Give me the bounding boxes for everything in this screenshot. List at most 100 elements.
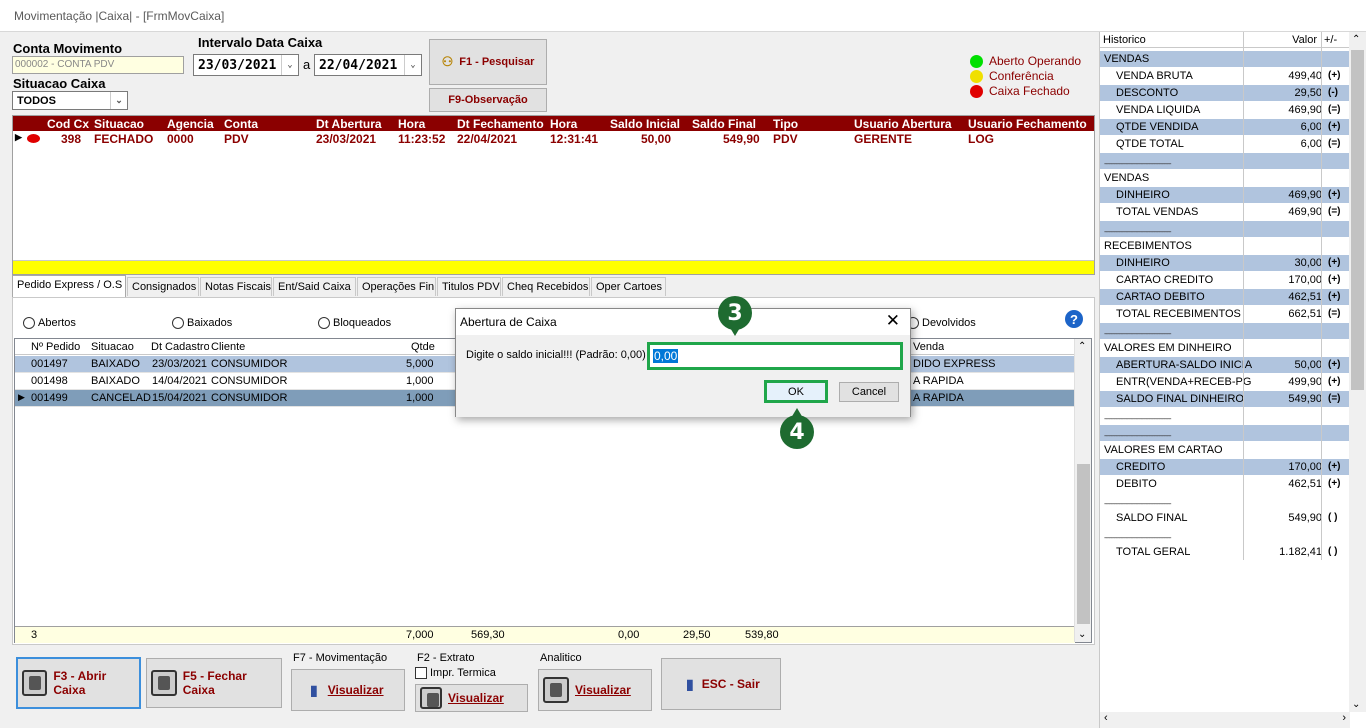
radio-devolvidos[interactable]: Devolvidos <box>907 317 976 329</box>
historico-row[interactable]: QTDE VENDIDA 6,00 (+) <box>1100 119 1350 136</box>
col-header[interactable]: Agencia <box>167 117 214 131</box>
historico-row[interactable]: ---------------------------------------- <box>1100 221 1350 238</box>
historico-row[interactable]: TOTAL VENDAS 469,90 (=) <box>1100 204 1350 221</box>
col-header[interactable]: Conta <box>224 117 258 131</box>
col-header[interactable]: Cod Cx <box>47 117 89 131</box>
pesquisar-button[interactable]: ⚇ F1 - Pesquisar <box>429 39 547 85</box>
ok-button[interactable]: OK <box>764 380 828 403</box>
observacao-button[interactable]: F9-Observação <box>429 88 547 112</box>
historico-hscrollbar[interactable]: ‹ › <box>1100 712 1350 728</box>
chevron-left-icon[interactable]: ‹ <box>1104 712 1108 724</box>
help-icon[interactable]: ? <box>1065 310 1083 328</box>
data-fim-picker[interactable]: 22/04/2021 ⌄ <box>314 54 422 76</box>
col-header[interactable]: Situacao <box>91 341 134 353</box>
historico-panel[interactable]: Historico Valor +/- VENDAS VENDA BRUTA 499… <box>1099 32 1366 728</box>
chevron-up-icon[interactable]: ⌃ <box>1078 341 1086 352</box>
col-header[interactable]: Venda <box>913 341 944 353</box>
cancel-button[interactable]: Cancel <box>839 382 899 402</box>
situacao-select[interactable]: TODOS ⌄ <box>12 91 128 110</box>
historico-row[interactable]: SALDO FINAL 549,90 ( ) <box>1100 510 1350 527</box>
col-header[interactable]: Saldo Inicial <box>610 117 680 131</box>
historico-row[interactable]: DEBITO 462,51 (+) <box>1100 476 1350 493</box>
col-header[interactable]: Valor <box>1292 34 1317 46</box>
radio-abertos[interactable]: Abertos <box>23 317 76 329</box>
col-header[interactable]: Hora <box>398 117 425 131</box>
col-header[interactable]: Nº Pedido <box>31 341 80 353</box>
col-header[interactable]: Dt Cadastro <box>151 341 209 353</box>
analitico-visualizar-button[interactable]: Visualizar <box>538 669 652 711</box>
historico-row[interactable]: SALDO FINAL DINHEIRO 549,90 (=) <box>1100 391 1350 408</box>
col-header[interactable]: Historico <box>1103 34 1146 46</box>
historico-row[interactable]: ABERTURA-SALDO INICIA 50,00 (+) <box>1100 357 1350 374</box>
historico-row[interactable]: CARTAO CREDITO 170,00 (+) <box>1100 272 1350 289</box>
fechar-caixa-button[interactable]: F5 - Fechar Caixa <box>146 658 282 708</box>
col-header[interactable]: Dt Fechamento <box>457 117 544 131</box>
tab-operacoes-fin[interactable]: Operações Fin <box>357 277 436 296</box>
col-header[interactable]: Usuario Fechamento <box>968 117 1087 131</box>
historico-row[interactable]: CARTAO DEBITO 462,51 (+) <box>1100 289 1350 306</box>
col-header[interactable]: Cliente <box>211 341 245 353</box>
col-header[interactable]: Saldo Final <box>692 117 756 131</box>
impr-termica-checkbox[interactable]: Impr. Termica <box>415 667 496 679</box>
col-header[interactable]: Hora <box>550 117 577 131</box>
historico-row[interactable]: DINHEIRO 30,00 (+) <box>1100 255 1350 272</box>
historico-row[interactable]: VENDA BRUTA 499,40 (+) <box>1100 68 1350 85</box>
tab-consignados[interactable]: Consignados <box>127 277 199 296</box>
historico-row[interactable]: DESCONTO 29,50 (-) <box>1100 85 1350 102</box>
col-header[interactable]: Dt Abertura <box>316 117 382 131</box>
historico-row[interactable]: QTDE TOTAL 6,00 (=) <box>1100 136 1350 153</box>
tab-titulos-pdv[interactable]: Titulos PDV <box>437 277 501 296</box>
historico-row[interactable]: ---------------------------------------- <box>1100 153 1350 170</box>
mov-visualizar-button[interactable]: ▮ Visualizar <box>291 669 405 711</box>
col-header[interactable]: Qtde <box>411 341 435 353</box>
radio-baixados[interactable]: Baixados <box>172 317 232 329</box>
historico-row[interactable]: RECEBIMENTOS <box>1100 238 1350 255</box>
historico-vscrollbar[interactable]: ⌃ ⌄ <box>1349 32 1366 712</box>
saldo-inicial-input[interactable]: 0,00 <box>647 342 903 370</box>
caixa-grid[interactable]: Cod Cx Situacao Agencia Conta Dt Abertur… <box>12 115 1095 275</box>
pedidos-scrollbar[interactable]: ⌃ ⌄ <box>1074 339 1091 642</box>
conta-label: Conta Movimento <box>13 41 123 56</box>
historico-row[interactable]: VALORES EM CARTAO <box>1100 442 1350 459</box>
cell: BAIXADO <box>91 375 140 387</box>
col-header[interactable]: Tipo <box>773 117 798 131</box>
table-row[interactable]: ▶ 398 FECHADO 0000 PDV 23/03/2021 11:23:… <box>13 131 1094 146</box>
historico-row[interactable]: VENDAS <box>1100 170 1350 187</box>
historico-row[interactable]: VENDAS <box>1100 51 1350 68</box>
tab-oper-cartoes[interactable]: Oper Cartoes <box>591 277 666 296</box>
tab-pedido-express[interactable]: Pedido Express / O.S <box>12 275 126 297</box>
chevron-down-icon[interactable]: ⌄ <box>1352 699 1360 710</box>
col-header[interactable]: Situacao <box>94 117 144 131</box>
radio-bloqueados[interactable]: Bloqueados <box>318 317 391 329</box>
historico-row[interactable]: TOTAL GERAL 1.182,41 ( ) <box>1100 544 1350 561</box>
tab-ent-said-caixa[interactable]: Ent/Said Caixa <box>273 277 356 296</box>
historico-row[interactable]: VENDA LIQUIDA 469,90 (=) <box>1100 102 1350 119</box>
chevron-up-icon[interactable]: ⌃ <box>1352 34 1360 45</box>
conta-input[interactable]: 000002 - CONTA PDV <box>12 56 184 74</box>
sair-button[interactable]: ▮ ESC - Sair <box>661 658 781 710</box>
scrollbar-thumb[interactable] <box>1077 464 1090 624</box>
historico-row[interactable]: ---------------------------------------- <box>1100 408 1350 425</box>
tab-notas-fiscais[interactable]: Notas Fiscais <box>200 277 272 296</box>
scrollbar-thumb[interactable] <box>1351 50 1364 390</box>
historico-row[interactable]: DINHEIRO 469,90 (+) <box>1100 187 1350 204</box>
extrato-visualizar-button[interactable]: Visualizar <box>415 684 528 712</box>
historico-label: ---------------------------------------- <box>1104 533 1172 542</box>
chevron-down-icon[interactable]: ⌄ <box>1078 629 1086 640</box>
abrir-caixa-button[interactable]: F3 - Abrir Caixa <box>16 657 141 709</box>
radio-label: Abertos <box>38 317 76 329</box>
historico-row[interactable]: VALORES EM DINHEIRO <box>1100 340 1350 357</box>
historico-row[interactable]: ENTR(VENDA+RECEB-PG 499,90 (+) <box>1100 374 1350 391</box>
col-header[interactable]: +/- <box>1324 34 1337 46</box>
chevron-right-icon[interactable]: › <box>1342 712 1346 724</box>
historico-row[interactable]: TOTAL RECEBIMENTOS 662,51 (=) <box>1100 306 1350 323</box>
historico-row[interactable]: ---------------------------------------- <box>1100 527 1350 544</box>
historico-row[interactable]: CREDITO 170,00 (+) <box>1100 459 1350 476</box>
col-header[interactable]: Usuario Abertura <box>854 117 952 131</box>
data-inicio-picker[interactable]: 23/03/2021 ⌄ <box>193 54 299 76</box>
historico-row[interactable]: ---------------------------------------- <box>1100 425 1350 442</box>
historico-row[interactable]: ---------------------------------------- <box>1100 493 1350 510</box>
historico-row[interactable]: ---------------------------------------- <box>1100 323 1350 340</box>
close-icon[interactable]: ✕ <box>886 311 900 331</box>
tab-cheq-recebidos[interactable]: Cheq Recebidos <box>502 277 590 296</box>
